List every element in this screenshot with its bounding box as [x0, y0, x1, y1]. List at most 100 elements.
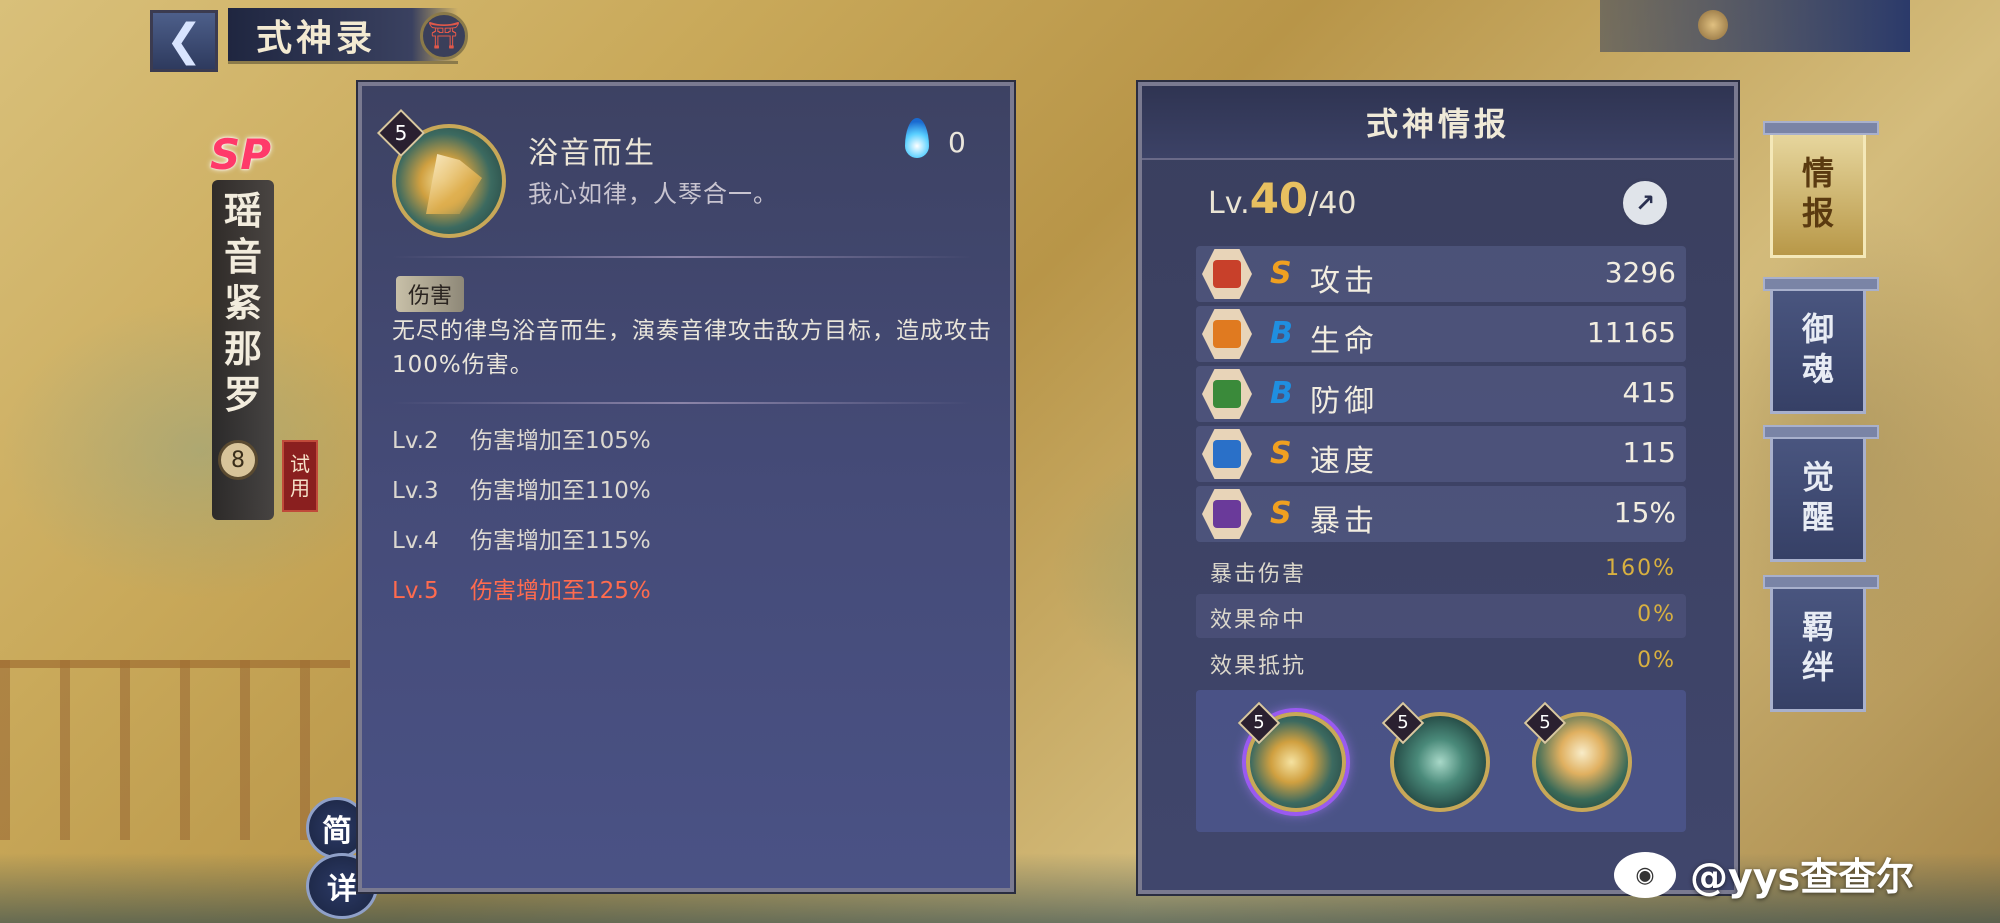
- tab-soul[interactable]: 御魂: [1763, 277, 1879, 414]
- level-current: 40: [1249, 174, 1309, 223]
- share-button[interactable]: ↗: [1620, 178, 1670, 228]
- stat-grade: S: [1270, 256, 1292, 291]
- stat-name: 攻击: [1310, 264, 1378, 299]
- stat-icon-swatch: [1213, 320, 1241, 348]
- top-bar: ❮ 式神录 ⛩: [0, 0, 480, 72]
- shikigami-info-panel: 式神情报 Lv.40/40 ↗ S 攻击 3296 B 生命 11165 B 防…: [1138, 82, 1738, 894]
- stat-grade: S: [1270, 496, 1292, 531]
- stat-value: 3296: [1604, 256, 1676, 289]
- level-label: Lv.3: [392, 478, 439, 504]
- flame-shape: [905, 118, 929, 158]
- tab-char: 羁: [1801, 608, 1834, 646]
- background-cloud: [0, 300, 400, 600]
- level-prefix: Lv.: [1208, 186, 1250, 221]
- level-row-max: Lv.5 伤害增加至125%: [392, 566, 651, 616]
- sub-stat-name: 效果命中: [1210, 608, 1307, 633]
- tab-char: 绊: [1801, 648, 1834, 686]
- stat-value: 15%: [1613, 496, 1676, 529]
- name-char: 音: [223, 235, 262, 279]
- sub-stat-effect-hit: 效果命中 0%: [1196, 594, 1686, 638]
- level-effect: 伤害增加至110%: [470, 478, 651, 504]
- sp-rarity-badge: SP: [210, 130, 272, 179]
- stat-name: 防御: [1310, 384, 1378, 419]
- stat-name: 暴击: [1310, 504, 1378, 539]
- name-char: 紧: [223, 281, 262, 325]
- info-title: 式神情报: [1365, 105, 1510, 143]
- armor-icon: [1202, 369, 1252, 419]
- stat-value: 415: [1622, 376, 1676, 409]
- fan-art: [426, 154, 482, 214]
- sub-stat-crit-damage: 暴击伤害 160%: [1196, 548, 1686, 592]
- tab-info[interactable]: 情报: [1763, 121, 1879, 258]
- stat-icon-swatch: [1213, 380, 1241, 408]
- skill-quote: 我心如律，人琴合一。: [528, 180, 778, 208]
- stat-row-attack: S 攻击 3296: [1196, 246, 1686, 302]
- skill-selector: 5 5 5: [1196, 690, 1686, 832]
- stat-name: 速度: [1310, 444, 1378, 479]
- level-max: /40: [1308, 186, 1357, 221]
- tab-char: 情: [1801, 154, 1834, 192]
- talisman-icon: [1202, 309, 1252, 359]
- skill-type-tag: 伤害: [396, 276, 465, 312]
- info-header: 式神情报: [1142, 86, 1734, 160]
- stat-grade: B: [1270, 316, 1293, 351]
- tab-char: 魂: [1801, 350, 1834, 388]
- sub-stat-value: 160%: [1605, 556, 1676, 581]
- name-char: 瑶: [223, 189, 262, 233]
- tab-bond[interactable]: 羁绊: [1763, 575, 1879, 712]
- trial-char: 试: [290, 452, 310, 476]
- sub-stat-effect-resist: 效果抵抗 0%: [1196, 640, 1686, 684]
- moon-icon: [1698, 10, 1728, 40]
- torii-icon[interactable]: ⛩: [420, 12, 468, 60]
- level-label: Lv.4: [392, 528, 439, 554]
- skill-detail-panel: 5 浴音而生 我心如律，人琴合一。 0 伤害 无尽的律鸟浴音而生，演奏音律攻击敌…: [358, 82, 1014, 892]
- level-row: Lv.2 伤害增加至105%: [392, 416, 651, 466]
- tab-char: 御: [1801, 310, 1834, 348]
- stat-row-crit: S 暴击 15%: [1196, 486, 1686, 542]
- onibi-cost: 0: [948, 126, 966, 159]
- back-button[interactable]: ❮: [150, 10, 218, 72]
- skill-level-list: Lv.2 伤害增加至105% Lv.3 伤害增加至110% Lv.4 伤害增加至115…: [392, 416, 651, 616]
- trial-char: 用: [290, 476, 310, 500]
- stat-value: 11165: [1586, 316, 1676, 349]
- stat-row-defense: B 防御 415: [1196, 366, 1686, 422]
- stat-name: 生命: [1310, 324, 1378, 359]
- tab-char: 醒: [1801, 498, 1834, 536]
- sub-stat-name: 暴击伤害: [1210, 562, 1307, 587]
- level-row: Lv.3 伤害增加至110%: [392, 466, 651, 516]
- background-bridge: [0, 660, 350, 840]
- name-char: 那: [223, 327, 262, 371]
- stat-icon-swatch: [1213, 500, 1241, 528]
- level-display: Lv.40/40: [1208, 174, 1356, 223]
- trial-tag: 试 用: [282, 440, 318, 512]
- tab-char: 觉: [1801, 458, 1834, 496]
- stat-row-speed: S 速度 115: [1196, 426, 1686, 482]
- tab-awaken[interactable]: 觉醒: [1763, 425, 1879, 562]
- stat-icon-swatch: [1213, 440, 1241, 468]
- skill-slot-level-value: 5: [1539, 712, 1551, 733]
- weibo-icon: ◉: [1614, 852, 1676, 898]
- skill-description: 无尽的律鸟浴音而生，演奏音律攻击敌方目标，造成攻击100%伤害。: [392, 318, 992, 378]
- top-right-bar: [1600, 0, 1910, 52]
- crit-scroll-icon: [1202, 489, 1252, 539]
- speed-chevron-icon: [1202, 429, 1252, 479]
- skill-level-value: 5: [394, 121, 408, 145]
- onibi-icon: [902, 118, 932, 168]
- page-title: 式神录: [256, 17, 377, 59]
- level-effect: 伤害增加至115%: [470, 528, 651, 554]
- name-char: 罗: [223, 373, 262, 417]
- level-effect: 伤害增加至105%: [470, 428, 651, 454]
- tab-char: 报: [1801, 194, 1834, 232]
- skill-name: 浴音而生: [528, 136, 656, 171]
- divider: [392, 402, 972, 404]
- sub-stat-value: 0%: [1637, 648, 1676, 673]
- stat-grade: B: [1270, 376, 1293, 411]
- level-label: Lv.2: [392, 428, 439, 454]
- skill-slot-level-value: 5: [1397, 712, 1409, 733]
- lock-icon[interactable]: 8: [218, 440, 258, 480]
- sub-stat-name: 效果抵抗: [1210, 654, 1307, 679]
- stat-row-hp: B 生命 11165: [1196, 306, 1686, 362]
- fan-icon: [1202, 249, 1252, 299]
- stat-grade: S: [1270, 436, 1292, 471]
- skill-slot-level-value: 5: [1253, 712, 1265, 733]
